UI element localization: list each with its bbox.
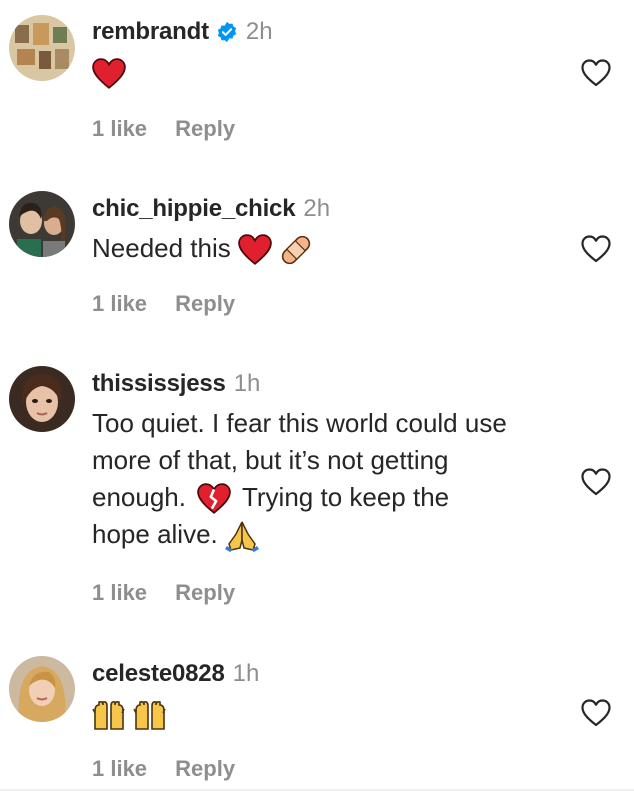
like-heart-icon[interactable] bbox=[580, 58, 612, 88]
like-heart-icon[interactable] bbox=[580, 698, 612, 728]
comment-rembrandt: rembrandt 2h 1 like Reply bbox=[0, 0, 634, 175]
reply-button[interactable]: Reply bbox=[175, 756, 235, 781]
comment-text bbox=[92, 695, 572, 732]
like-heart-icon[interactable] bbox=[580, 467, 612, 497]
comment-thississjess: thississjess 1h Too quiet. I fear this w… bbox=[0, 350, 634, 640]
comment-text bbox=[92, 54, 572, 91]
timestamp: 2h bbox=[245, 18, 273, 45]
timestamp: 1h bbox=[233, 370, 261, 397]
timestamp: 2h bbox=[303, 195, 331, 222]
like-count[interactable]: 1 like bbox=[92, 291, 147, 316]
broken-heart-icon bbox=[197, 483, 232, 515]
folded-hands-icon bbox=[225, 521, 259, 553]
username[interactable]: rembrandt bbox=[92, 18, 209, 46]
raising-hands-icon bbox=[92, 701, 125, 730]
reply-button[interactable]: Reply bbox=[175, 116, 235, 141]
avatar[interactable] bbox=[9, 15, 75, 81]
comment-text: Too quiet. I fear this world could use m… bbox=[92, 405, 572, 553]
raising-hands-icon bbox=[133, 701, 166, 730]
like-count[interactable]: 1 like bbox=[92, 116, 147, 141]
like-count[interactable]: 1 like bbox=[92, 756, 147, 781]
username[interactable]: celeste0828 bbox=[92, 660, 225, 688]
username[interactable]: chic_hippie_chick bbox=[92, 195, 296, 223]
like-count[interactable]: 1 like bbox=[92, 580, 147, 605]
comment-text: Needed this bbox=[92, 230, 572, 267]
timestamp: 1h bbox=[232, 660, 260, 687]
avatar[interactable] bbox=[9, 191, 75, 257]
comment-celeste0828: celeste0828 1h 1 like Reply bbox=[0, 640, 634, 790]
comment-chic-hippie-chick: chic_hippie_chick 2h Needed this 1 like … bbox=[0, 175, 634, 350]
red-heart-icon bbox=[92, 58, 126, 90]
like-heart-icon[interactable] bbox=[580, 234, 612, 264]
reply-button[interactable]: Reply bbox=[175, 580, 235, 605]
username[interactable]: thississjess bbox=[92, 370, 226, 398]
red-heart-icon bbox=[238, 234, 272, 266]
reply-button[interactable]: Reply bbox=[175, 291, 235, 316]
adhesive-bandage-icon bbox=[282, 235, 311, 265]
avatar[interactable] bbox=[9, 656, 75, 722]
verified-badge-icon bbox=[217, 21, 237, 43]
avatar[interactable] bbox=[9, 366, 75, 432]
